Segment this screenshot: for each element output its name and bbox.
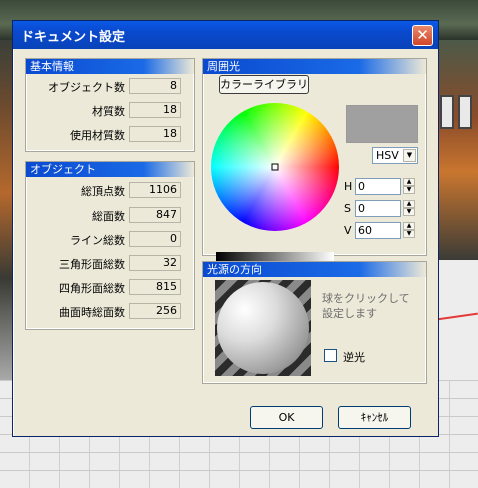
quad-faces-label: 四角形面総数 <box>59 282 125 295</box>
total-faces-label: 総面数 <box>92 210 125 223</box>
info-row: 三角形面総数 32 <box>27 255 195 271</box>
ambient-light-header: 周囲光 <box>203 59 426 74</box>
object-info-header: オブジェクト <box>26 162 194 177</box>
h-label: H <box>344 180 353 193</box>
basic-info-header: 基本情報 <box>26 59 194 74</box>
info-row: 材質数 18 <box>27 102 195 118</box>
quad-faces-value: 815 <box>129 279 181 295</box>
basic-info-group: 基本情報 オブジェクト数 8 材質数 18 使用材質数 18 <box>25 58 195 152</box>
info-row: オブジェクト数 8 <box>27 78 195 94</box>
info-row: 総面数 847 <box>27 207 195 223</box>
used-material-count-value: 18 <box>129 126 181 142</box>
triangle-faces-value: 32 <box>129 255 181 271</box>
object-count-value: 8 <box>129 78 181 94</box>
reverse-light-label: 逆光 <box>343 351 365 364</box>
dialog-title: ドキュメント設定 <box>21 29 126 45</box>
object-info-group: オブジェクト 総頂点数 1106 総面数 847 ライン総数 0 三角形面総数 … <box>25 161 195 330</box>
h-input[interactable]: 0 <box>355 178 401 195</box>
reverse-light-checkbox[interactable] <box>324 349 337 362</box>
light-sphere[interactable] <box>217 282 309 374</box>
info-row: 総頂点数 1106 <box>27 182 195 198</box>
train-window <box>458 95 472 129</box>
s-label: S <box>344 202 351 215</box>
total-faces-value: 847 <box>129 207 181 223</box>
close-icon: ✕ <box>416 26 429 44</box>
color-mode-value: HSV <box>376 149 399 162</box>
triangle-faces-label: 三角形面総数 <box>59 258 125 271</box>
light-direction-sphere-area[interactable] <box>215 280 311 376</box>
color-wheel[interactable] <box>210 102 340 232</box>
v-spinner[interactable]: ▲ ▼ <box>403 222 415 239</box>
ambient-light-group: 周囲光 カラーライブラリ HSV ▼ H 0 ▲ ▼ S 0 ▲ ▼ V 60 … <box>202 58 427 267</box>
total-lines-value: 0 <box>129 231 181 247</box>
used-material-count-label: 使用材質数 <box>70 129 125 142</box>
close-button[interactable]: ✕ <box>412 25 433 46</box>
light-direction-header: 光源の方向 <box>203 262 426 277</box>
s-input[interactable]: 0 <box>355 200 401 217</box>
ok-button[interactable]: OK <box>250 406 323 429</box>
color-mode-select[interactable]: HSV ▼ <box>372 147 418 164</box>
total-vertices-label: 総頂点数 <box>81 185 125 198</box>
info-row: 曲面時総面数 256 <box>27 303 195 319</box>
object-count-label: オブジェクト数 <box>48 81 125 94</box>
material-count-value: 18 <box>129 102 181 118</box>
value-slider[interactable] <box>216 252 334 261</box>
cancel-button[interactable]: ｷｬﾝｾﾙ <box>338 406 411 429</box>
light-direction-hint: 球をクリックして設定します <box>322 292 410 320</box>
document-settings-dialog: ドキュメント設定 ✕ 基本情報 オブジェクト数 8 材質数 18 使用材質数 1… <box>12 20 439 437</box>
curved-faces-value: 256 <box>129 303 181 319</box>
curved-faces-label: 曲面時総面数 <box>59 306 125 319</box>
info-row: 四角形面総数 815 <box>27 279 195 295</box>
s-spinner[interactable]: ▲ ▼ <box>403 200 415 217</box>
h-spinner[interactable]: ▲ ▼ <box>403 178 415 195</box>
dialog-titlebar[interactable]: ドキュメント設定 ✕ <box>13 21 438 49</box>
material-count-label: 材質数 <box>92 105 125 118</box>
train-window <box>440 95 454 129</box>
total-lines-label: ライン総数 <box>70 234 125 247</box>
color-preview-swatch <box>346 105 418 143</box>
total-vertices-value: 1106 <box>129 182 181 198</box>
info-row: 使用材質数 18 <box>27 126 195 142</box>
color-library-button[interactable]: カラーライブラリ <box>219 75 309 94</box>
v-label: V <box>344 224 352 237</box>
chevron-down-icon: ▼ <box>403 149 416 162</box>
info-row: ライン総数 0 <box>27 231 195 247</box>
v-input[interactable]: 60 <box>355 222 401 239</box>
light-direction-group: 光源の方向 球をクリックして設定します 逆光 <box>202 261 427 384</box>
